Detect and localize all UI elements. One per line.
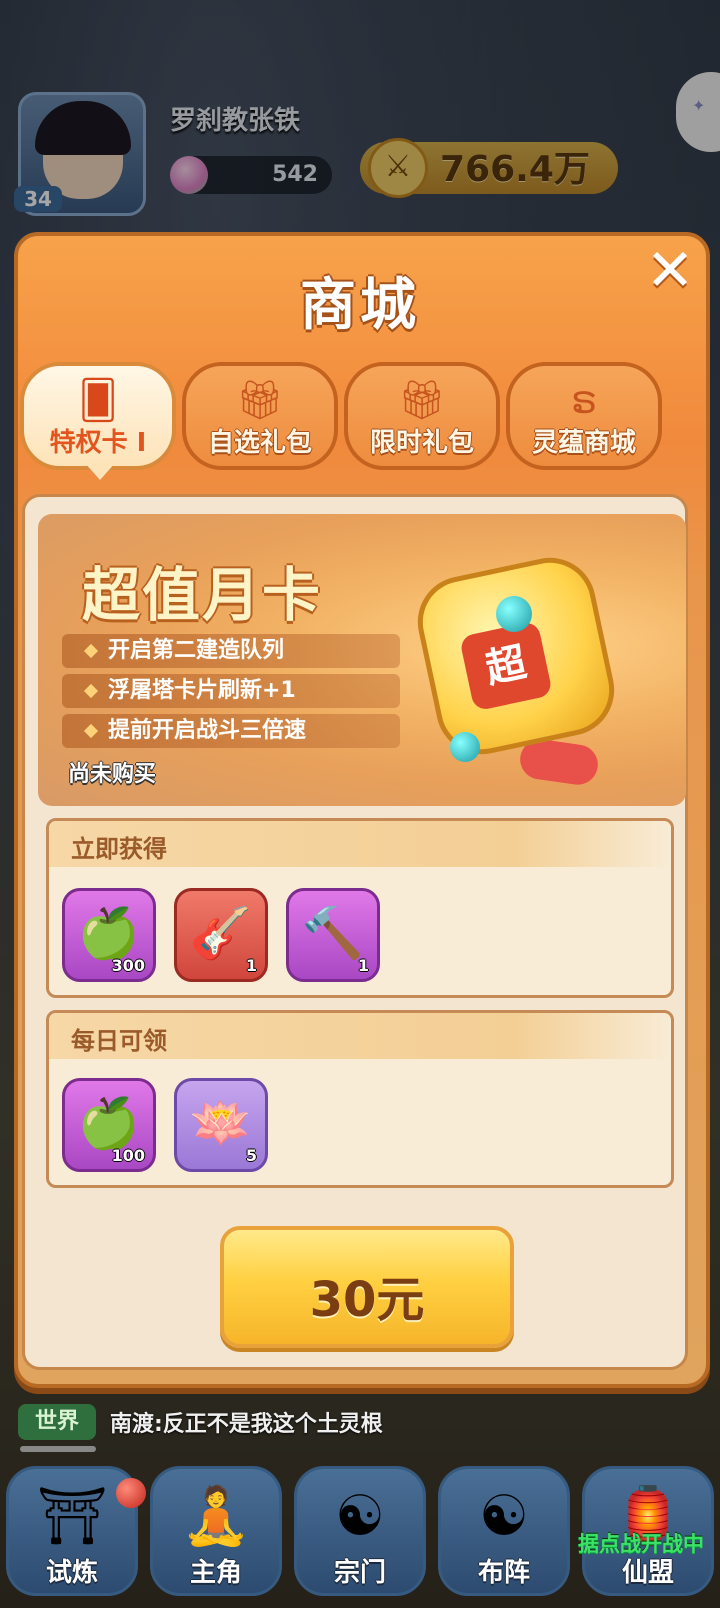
- section-title: 每日可领: [71, 1027, 167, 1055]
- tab-pointer: [84, 462, 116, 480]
- meditating-figure-icon: 🧘: [181, 1484, 251, 1549]
- perk-item: 开启第二建造队列: [62, 634, 400, 668]
- chat-channel-tag[interactable]: 世界: [18, 1404, 96, 1440]
- gem-icon: [496, 596, 532, 632]
- perk-text: 开启第二建造队列: [108, 638, 285, 663]
- chat-message[interactable]: 南渡:反正不是我这个土灵根: [110, 1406, 383, 1438]
- item-count: 5: [245, 1146, 257, 1165]
- gift-icon: 🎁︎: [397, 378, 447, 422]
- diamond-bullet-icon: [83, 683, 99, 699]
- shop-title: 商城: [300, 273, 420, 338]
- purchase-status: 尚未购买: [68, 762, 157, 787]
- emblem-seal: 超: [458, 620, 554, 712]
- item-count: 1: [357, 956, 369, 975]
- tab-optional-gift[interactable]: 🎁︎ 自选礼包: [182, 362, 338, 470]
- tab-label: 限时礼包: [369, 428, 474, 458]
- nav-sect-button[interactable]: ☯ 宗门: [294, 1466, 426, 1596]
- perk-text: 浮屠塔卡片刷新+1: [108, 678, 296, 703]
- dragon-icon: ຣ: [571, 378, 597, 422]
- diamond-bullet-icon: [83, 723, 99, 739]
- reward-item[interactable]: 🎸 1: [174, 888, 268, 982]
- nav-label: 主角: [189, 1558, 242, 1588]
- reward-item[interactable]: 🍏 300: [62, 888, 156, 982]
- tab-spirit-shop[interactable]: ຣ 灵蕴商城: [506, 362, 662, 470]
- nav-label: 布阵: [477, 1558, 530, 1588]
- nav-label: 宗门: [333, 1558, 386, 1588]
- buy-price-label[interactable]: 30元: [220, 1260, 514, 1330]
- perk-text: 提前开启战斗三倍速: [108, 718, 307, 743]
- item-count: 300: [111, 956, 145, 975]
- cards-icon: 🂠: [78, 378, 118, 422]
- nav-formation-button[interactable]: ☯ 布阵: [438, 1466, 570, 1596]
- reward-item[interactable]: 🔨 1: [286, 888, 380, 982]
- tab-privilege-card[interactable]: 🂠 特权卡 I: [20, 362, 176, 470]
- chat-page-indicator: [20, 1446, 96, 1452]
- yin-yang-icon: ☯: [478, 1484, 530, 1549]
- diamond-bullet-icon: [83, 643, 99, 659]
- close-icon[interactable]: ✕: [640, 240, 700, 300]
- tab-label: 特权卡 I: [49, 428, 147, 458]
- nav-label: 试炼: [45, 1558, 98, 1588]
- perk-item: 浮屠塔卡片刷新+1: [62, 674, 400, 708]
- incense-burner-icon: ☯: [334, 1484, 386, 1549]
- reward-item[interactable]: 🍏 100: [62, 1078, 156, 1172]
- nav-hero-button[interactable]: 🧘 主角: [150, 1466, 282, 1596]
- gem-icon: [450, 732, 480, 762]
- perk-item: 提前开启战斗三倍速: [62, 714, 400, 748]
- tab-label: 自选礼包: [207, 428, 312, 458]
- item-count: 100: [111, 1146, 145, 1165]
- reward-item[interactable]: 🪷 5: [174, 1078, 268, 1172]
- item-count: 1: [245, 956, 257, 975]
- card-title: 超值月卡: [82, 561, 323, 629]
- tab-label: 灵蕴商城: [531, 428, 636, 458]
- gift-icon: 🎁︎: [235, 378, 285, 422]
- section-title: 立即获得: [71, 835, 167, 863]
- stronghold-battle-alert: 据点战开战中: [578, 1532, 704, 1556]
- notification-dot: [116, 1478, 146, 1508]
- tab-limited-gift[interactable]: 🎁︎ 限时礼包: [344, 362, 500, 470]
